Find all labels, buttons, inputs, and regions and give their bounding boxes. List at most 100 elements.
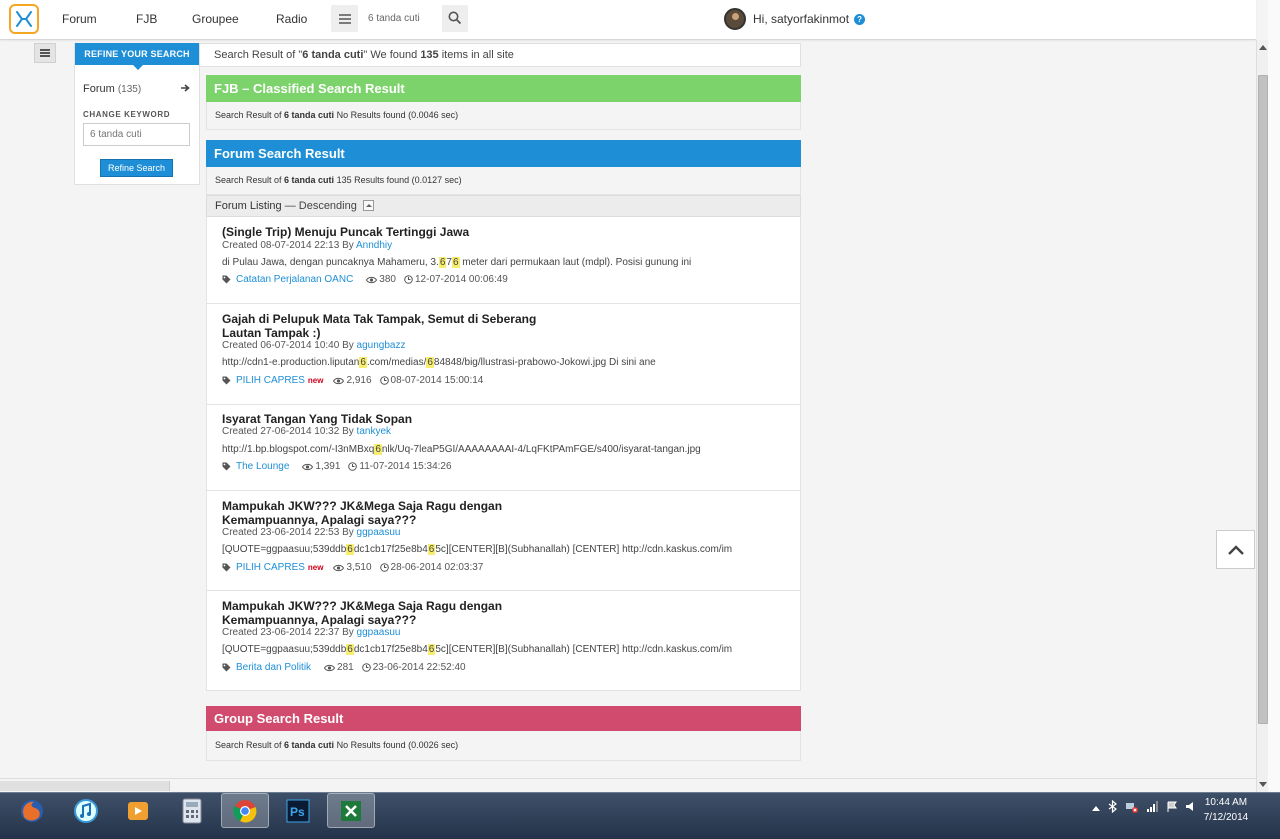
thread-title[interactable]: Gajah di Pelupuk Mata Tak Tampak, Semut …	[222, 312, 552, 340]
sidebar-toggle-button[interactable]	[34, 43, 56, 63]
show-hidden-icons[interactable]	[1092, 803, 1100, 814]
time-text: 28-06-2014 02:03:37	[390, 562, 484, 573]
network-error-icon[interactable]	[1125, 801, 1139, 816]
thread-item: Mampukah JKW??? JK&Mega Saja Ragu dengan…	[206, 591, 801, 691]
last-post-time: 23-06-2014 22:52:40	[361, 662, 466, 673]
view-count: 380	[379, 274, 396, 285]
clock-time: 10:44 AM	[1204, 797, 1248, 808]
top-navbar: Forum FJB Groupee Radio Hi, satyorfakinm…	[0, 0, 1256, 40]
sort-toggle-icon[interactable]	[362, 199, 374, 211]
search-icon[interactable]	[448, 11, 462, 28]
thread-snippet: [QUOTE=ggpaasuu;539ddb6dc1cb17f25e8b465c…	[222, 644, 732, 655]
thread-meta: Berita dan Politik 281 23-06-2014 22:52:…	[222, 662, 466, 673]
thread-title[interactable]: (Single Trip) Menuju Puncak Tertinggi Ja…	[222, 225, 552, 239]
user-menu[interactable]: Hi, satyorfakinmot ?	[724, 6, 866, 32]
window-edge	[1268, 0, 1280, 792]
category-link[interactable]: PILIH CAPRES	[236, 562, 305, 573]
fjb-result-text: Search Result of 6 tanda cuti No Results…	[206, 102, 801, 130]
nav-groupee[interactable]: Groupee	[192, 0, 239, 40]
tag-icon	[222, 663, 231, 672]
thread-snippet: [QUOTE=ggpaasuu;539ddb6dc1cb17f25e8b465c…	[222, 544, 732, 555]
snippet-text: nlk/Uq-7leaP5GI/AAAAAAAAI-4/LqFKtPAmFGE/…	[381, 444, 701, 455]
itunes-icon[interactable]	[62, 793, 110, 828]
nav-radio[interactable]: Radio	[276, 0, 307, 40]
vertical-scrollbar[interactable]	[1256, 40, 1268, 792]
created-text: Created 08-07-2014 22:13 By	[222, 240, 356, 251]
snippet-text: di Pulau Jawa, dengan puncaknya Mahameru…	[222, 257, 439, 268]
avatar[interactable]	[724, 8, 746, 30]
bluetooth-icon[interactable]	[1108, 799, 1117, 816]
scroll-down-arrow[interactable]	[1259, 782, 1267, 787]
thread-title[interactable]: Isyarat Tangan Yang Tidak Sopan	[222, 412, 552, 426]
forum-filter-count: (135)	[117, 84, 142, 95]
nav-forum[interactable]: Forum	[62, 0, 97, 40]
category-link[interactable]: The Lounge	[236, 461, 289, 472]
created-text: Created 27-06-2014 10:32 By	[222, 426, 357, 437]
views: 1,391	[302, 461, 340, 472]
search-input[interactable]	[358, 5, 442, 32]
thread-title[interactable]: Mampukah JKW??? JK&Mega Saja Ragu dengan…	[222, 599, 552, 627]
snippet-text: meter dari permukaan laut (mdpl). Posisi…	[459, 257, 692, 268]
snippet-text: [QUOTE=ggpaasuu;539ddb	[222, 644, 347, 655]
category-link[interactable]: Catatan Perjalanan OANC	[236, 274, 353, 285]
eye-icon	[324, 664, 336, 671]
fjb-section-title: FJB – Classified Search Result	[206, 75, 801, 102]
calculator-icon[interactable]	[168, 793, 216, 828]
photoshop-icon[interactable]: Ps	[274, 793, 322, 828]
new-badge: new	[307, 563, 324, 572]
group-result-text: Search Result of 6 tanda cuti No Results…	[206, 731, 801, 761]
arrow-right-icon[interactable]	[180, 83, 190, 96]
clock-date: 7/12/2014	[1203, 812, 1249, 823]
media-player-icon[interactable]	[114, 793, 162, 828]
firefox-icon[interactable]	[8, 793, 56, 828]
forum-result-text: Search Result of 6 tanda cuti 135 Result…	[206, 167, 801, 195]
tag-icon	[222, 376, 231, 385]
created-text: Created 06-07-2014 10:40 By	[222, 340, 357, 351]
keyword-highlight: 6	[346, 544, 354, 555]
refine-search-button[interactable]: Refine Search	[100, 159, 173, 177]
hscroll-thumb[interactable]	[0, 781, 170, 791]
author-link[interactable]: ggpaasuu	[357, 627, 401, 638]
horizontal-scrollbar[interactable]	[0, 778, 1256, 792]
scroll-up-arrow[interactable]	[1259, 45, 1267, 50]
thread-item: (Single Trip) Menuju Puncak Tertinggi Ja…	[206, 217, 801, 304]
last-post-time: 28-06-2014 02:03:37	[379, 562, 484, 573]
author-link[interactable]: tankyek	[357, 426, 391, 437]
forum-result-suffix: 135 Results found (0.0127 sec)	[334, 175, 462, 185]
snippet-text: http://1.bp.blogspot.com/-I3nMBxq	[222, 444, 375, 455]
author-link[interactable]: Anndhiy	[356, 240, 392, 251]
signal-icon[interactable]	[1147, 801, 1159, 815]
kaskus-logo[interactable]	[9, 4, 39, 34]
clock-icon	[379, 376, 389, 385]
clock[interactable]: 10:44 AM 7/12/2014	[1196, 795, 1256, 825]
snippet-text: dc1cb17f25e8b4	[353, 544, 428, 555]
chrome-icon[interactable]	[221, 793, 269, 828]
flag-icon[interactable]	[1167, 801, 1178, 816]
tag-icon	[222, 275, 231, 284]
listing-sort-label: — Descending	[281, 200, 357, 212]
forum-filter[interactable]: Forum (135)	[83, 83, 141, 95]
author-link[interactable]: ggpaasuu	[357, 527, 401, 538]
help-icon[interactable]: ?	[854, 13, 866, 25]
tag-icon	[222, 462, 231, 471]
category-link[interactable]: Berita dan Politik	[236, 662, 311, 673]
created-text: Created 23-06-2014 22:53 By	[222, 527, 357, 538]
author-link[interactable]: agungbazz	[357, 340, 406, 351]
summary-keyword: 6 tanda cuti	[302, 49, 364, 61]
clock-icon	[404, 275, 413, 284]
view-count: 3,510	[346, 562, 372, 573]
scroll-thumb[interactable]	[1258, 75, 1268, 724]
nav-fjb[interactable]: FJB	[136, 0, 157, 40]
category-link[interactable]: PILIH CAPRES	[236, 375, 305, 386]
keyword-highlight: 6	[451, 257, 460, 268]
excel-icon[interactable]	[327, 793, 375, 828]
back-to-top-button[interactable]	[1216, 530, 1255, 569]
refine-tab[interactable]: REFINE YOUR SEARCH	[75, 43, 199, 70]
thread-created: Created 23-06-2014 22:37 By ggpaasuu	[222, 627, 400, 638]
thread-title[interactable]: Mampukah JKW??? JK&Mega Saja Ragu dengan…	[222, 499, 552, 527]
chevron-up-icon	[1227, 544, 1244, 555]
keyword-input[interactable]	[83, 123, 190, 146]
snippet-text: 5c][CENTER][B](Subhanallah) [CENTER] htt…	[435, 644, 733, 655]
menu-icon[interactable]	[331, 5, 358, 32]
user-greeting[interactable]: Hi, satyorfakinmot	[753, 12, 849, 26]
